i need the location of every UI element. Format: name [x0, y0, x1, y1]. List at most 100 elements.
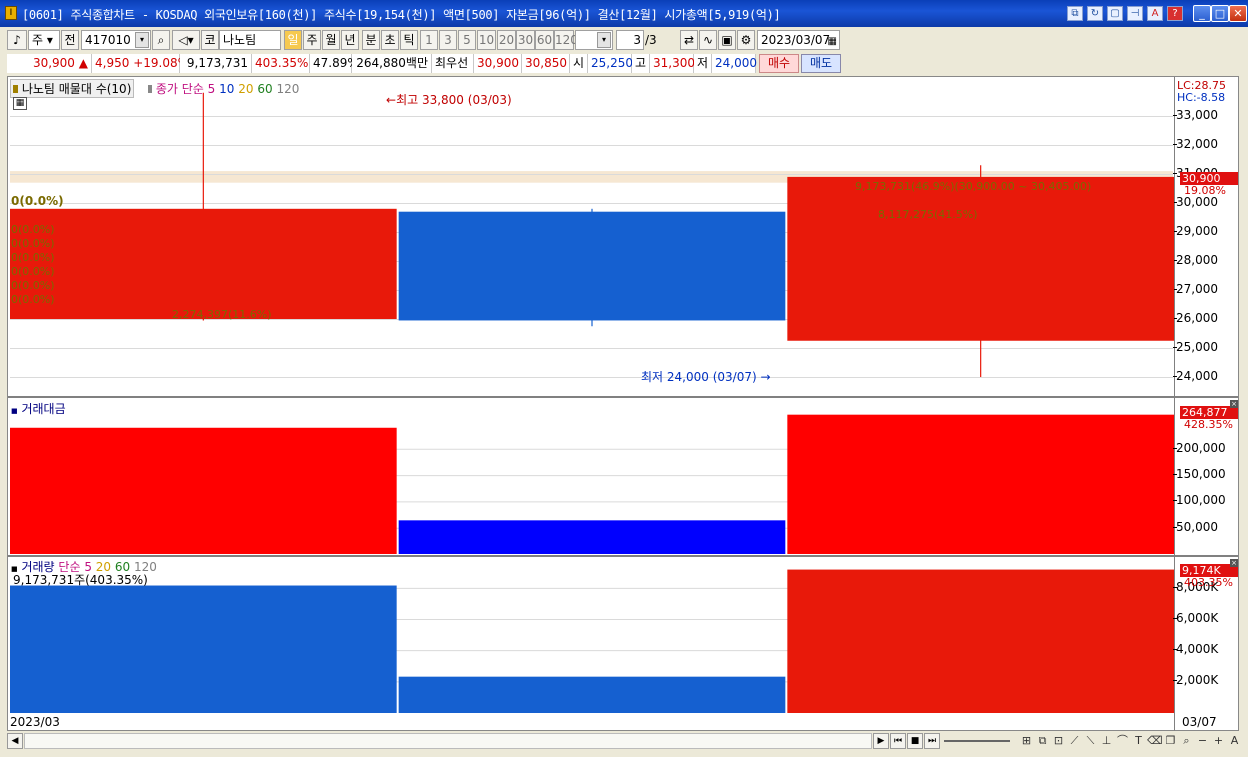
date-input[interactable]: 2023/03/07 ▦ [757, 30, 840, 50]
period-day[interactable]: 일 [284, 30, 302, 50]
fibo-tool-icon[interactable]: ⊥ [1099, 733, 1114, 749]
window-title: [0601] 주식종합차트 - KOSDAQ 외국인보유[160(천)] 주식수… [22, 8, 781, 22]
link-icon[interactable]: ⧉ [1067, 6, 1083, 21]
sell-button[interactable]: 매도 [801, 54, 841, 73]
interval-120[interactable]: 120 [554, 30, 578, 50]
save-icon[interactable]: ▣ [718, 30, 736, 50]
amount-tick: 100,000 [1173, 493, 1226, 508]
amount-bar [398, 520, 786, 554]
volume-tick: 4,000K [1172, 642, 1219, 657]
arc-tool-icon[interactable]: ⌒ [1115, 733, 1130, 749]
amount-bar [10, 427, 397, 554]
title-bar: I [0601] 주식종합차트 - KOSDAQ 외국인보유[160(천)] 주… [0, 0, 1248, 27]
best-label: 최우선 [432, 54, 474, 73]
settings-icon[interactable]: ⚙ [737, 30, 755, 50]
min-text: 최저 24,000 (03/07) [641, 370, 757, 384]
window-split-icon[interactable]: ⧉ [1035, 733, 1050, 749]
font-icon[interactable]: A [1147, 6, 1163, 21]
period-tick[interactable]: 틱 [400, 30, 418, 50]
profile-label-top: 0(0.0%) [11, 194, 64, 208]
step-back-icon[interactable]: ⏮ [890, 733, 906, 749]
price-tick: 24,000 [1173, 369, 1218, 383]
period-second[interactable]: 초 [381, 30, 399, 50]
crosshair-icon[interactable]: ⊞ [1019, 733, 1034, 749]
zoom-out-icon[interactable]: − [1195, 733, 1210, 749]
price-pane[interactable]: 나노팀 매물대 수(10) 종가 단순 5 10 20 60 120 ▦ LC:… [8, 77, 1238, 396]
scroll-left-icon[interactable]: ◀ [7, 733, 23, 749]
amount-tick: 200,000 [1173, 440, 1226, 455]
auto-scale-icon[interactable]: A [1227, 733, 1242, 749]
period-month[interactable]: 월 [322, 30, 340, 50]
market-label: 코 [201, 30, 219, 50]
close-pane-icon[interactable]: × [1230, 400, 1238, 408]
interval-1[interactable]: 1 [420, 30, 438, 50]
pin-icon[interactable]: ⊣ [1127, 6, 1143, 21]
high-label: 고 [632, 54, 650, 73]
fast-forward-icon[interactable]: ⏭ [924, 733, 940, 749]
amount-title: ■ 거래대금 [11, 400, 66, 417]
left-arrow-icon: ← [386, 93, 397, 107]
low-value: 24,000 [712, 54, 757, 73]
minimize-button[interactable]: _ [1193, 5, 1211, 22]
period-week[interactable]: 주 [303, 30, 321, 50]
line-tool-icon[interactable]: ⟋ [1067, 733, 1082, 749]
tool-chart-icon[interactable]: ∿ [699, 30, 717, 50]
period-year[interactable]: 년 [341, 30, 359, 50]
volume-tick: 6,000K [1172, 611, 1219, 626]
trend-tool-icon[interactable]: ⟍ [1083, 733, 1098, 749]
scroll-right-icon[interactable]: ▶ [873, 733, 889, 749]
amount-chart [10, 414, 1174, 554]
text-tool-icon[interactable]: T [1131, 733, 1146, 749]
buy-button[interactable]: 매수 [759, 54, 799, 73]
interval-5[interactable]: 5 [458, 30, 476, 50]
zoom-icon[interactable]: ⌕ [1179, 733, 1194, 749]
help-icon[interactable]: ? [1167, 6, 1183, 21]
scroll-track[interactable] [24, 733, 872, 749]
volume-pct-tag: 403.35% [1184, 576, 1233, 589]
volume-pane[interactable]: ■ 거래량 단순 5 20 60 120 9,173,731주(403.35%)… [8, 557, 1238, 714]
right-arrow-icon: → [760, 370, 771, 384]
overlay-icon[interactable]: ⊡ [1051, 733, 1066, 749]
close-pane-icon[interactable]: × [1230, 559, 1238, 567]
count-total: /3 [645, 33, 657, 47]
stop-icon[interactable]: ■ [907, 733, 923, 749]
sound-icon[interactable]: ◁▾ [172, 30, 200, 50]
eraser-icon[interactable]: ⌫ [1147, 733, 1163, 749]
interval-3[interactable]: 3 [439, 30, 457, 50]
period-minute[interactable]: 분 [362, 30, 380, 50]
date-value: 2023/03/07 [761, 33, 831, 47]
interval-60[interactable]: 60 [535, 30, 554, 50]
price-tick: 29,000 [1173, 224, 1218, 238]
count-input[interactable]: 3 [616, 30, 644, 50]
maximize-button[interactable]: □ [1211, 5, 1229, 22]
zoom-slider[interactable] [944, 740, 1010, 742]
chart-area[interactable]: 나노팀 매물대 수(10) 종가 단순 5 10 20 60 120 ▦ LC:… [7, 76, 1239, 714]
profile-label: 0(0.0%) [11, 279, 55, 292]
search-icon[interactable]: ⌕ [152, 30, 170, 50]
window-icon[interactable]: ▢ [1107, 6, 1123, 21]
interval-10[interactable]: 10 [477, 30, 496, 50]
period-type-select[interactable]: 주 ▾ [28, 30, 60, 50]
prev-button[interactable]: 전 [61, 30, 79, 50]
open-value: 25,250 [588, 54, 633, 73]
amount-pane[interactable]: ■ 거래대금 200,000 150,000 100,000 50,000 264,8… [8, 398, 1238, 555]
price-tick: 32,000 [1173, 137, 1218, 151]
interval-20[interactable]: 20 [497, 30, 516, 50]
close-button[interactable]: ✕ [1229, 5, 1247, 22]
volume-chart [10, 569, 1174, 713]
copy-icon[interactable]: ❐ [1163, 733, 1178, 749]
interval-select[interactable]: ▾ [575, 30, 613, 50]
up-arrow-icon: ▲ [78, 56, 88, 70]
scroll-bar: ◀ ▶ ⏮ ■ ⏭ ⊞ ⧉ ⊡ ⟋ ⟍ ⊥ ⌒ T ⌫ ❐ ⌕ − + A [7, 732, 1239, 750]
volume-ratio: 403.35% [252, 54, 310, 73]
amount-pct-tag: 428.35% [1184, 418, 1233, 431]
interval-30[interactable]: 30 [516, 30, 535, 50]
zoom-in-icon[interactable]: + [1211, 733, 1226, 749]
bookmark-icon[interactable]: ♪ [7, 30, 27, 50]
tool-arrows-icon[interactable]: ⇄ [680, 30, 698, 50]
refresh-icon[interactable]: ↻ [1087, 6, 1103, 21]
stock-name-field[interactable]: 나노팀 [219, 30, 281, 50]
code-input[interactable]: 417010 ▾ [81, 30, 151, 50]
open-label: 시 [570, 54, 588, 73]
app-icon[interactable]: I [5, 6, 17, 20]
